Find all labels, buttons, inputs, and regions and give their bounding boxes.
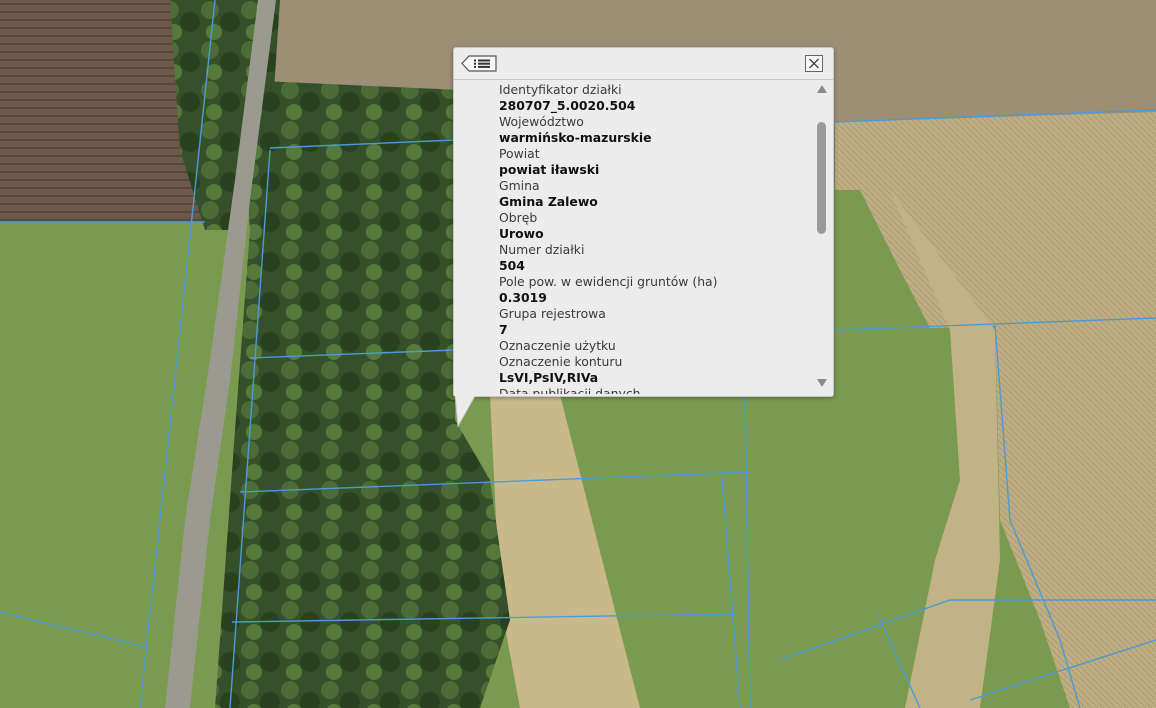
attribute-label: Gmina: [499, 178, 540, 193]
attribute-label: Numer działki: [499, 242, 585, 257]
attribute-value: LsVI,PsIV,RIVa: [499, 370, 599, 385]
attribute-label: Oznaczenie konturu: [499, 354, 623, 369]
scroll-down-arrow-icon[interactable]: [816, 378, 828, 388]
attribute-row: Powiat powiat iławski: [499, 146, 809, 178]
attribute-row: Grupa rejestrowa 7: [499, 306, 809, 338]
attribute-label: Województwo: [499, 114, 584, 129]
attribute-row: Województwo warmińsko-mazurskie: [499, 114, 809, 146]
attribute-value: powiat iławski: [499, 162, 600, 177]
attribute-row: Obręb Urowo: [499, 210, 809, 242]
attribute-row: Identyfikator działki 280707_5.0020.504: [499, 82, 809, 114]
scroll-thumb[interactable]: [817, 122, 826, 234]
attribute-label: Grupa rejestrowa: [499, 306, 606, 321]
attribute-value: 0.3019: [499, 290, 547, 305]
scrollbar[interactable]: [814, 80, 830, 394]
attribute-row: Oznaczenie użytku: [499, 338, 809, 354]
attribute-value: warmińsko-mazurskie: [499, 130, 652, 145]
attribute-label: Data publikacji danych: [499, 386, 641, 394]
attribute-label: Identyfikator działki: [499, 82, 622, 97]
attribute-label: Powiat: [499, 146, 540, 161]
attribute-row: Numer działki 504: [499, 242, 809, 274]
attribute-value: 280707_5.0020.504: [499, 98, 636, 113]
attribute-value: 7: [499, 322, 508, 337]
attribute-row: Pole pow. w ewidencji gruntów (ha) 0.3019: [499, 274, 809, 306]
attribute-value: Gmina Zalewo: [499, 194, 598, 209]
close-icon[interactable]: [805, 55, 823, 72]
attribute-label: Oznaczenie użytku: [499, 338, 616, 353]
attribute-value: 504: [499, 258, 525, 273]
parcel-info-popup: Identyfikator działki 280707_5.0020.504 Wo…: [453, 47, 834, 397]
popup-header: [454, 48, 833, 80]
attribute-row: Data publikacji danych: [499, 386, 809, 394]
scroll-up-arrow-icon[interactable]: [816, 84, 828, 94]
attribute-row: Oznaczenie konturu LsVI,PsIV,RIVa: [499, 354, 809, 386]
popup-pointer: [454, 394, 484, 428]
attribute-label: Obręb: [499, 210, 538, 225]
attribute-label: Pole pow. w ewidencji gruntów (ha): [499, 274, 718, 289]
list-back-icon[interactable]: [461, 55, 498, 72]
attribute-list: Identyfikator działki 280707_5.0020.504 Wo…: [499, 82, 809, 394]
popup-content[interactable]: Identyfikator działki 280707_5.0020.504 Wo…: [454, 80, 812, 394]
attribute-value: Urowo: [499, 226, 544, 241]
attribute-row: Gmina Gmina Zalewo: [499, 178, 809, 210]
